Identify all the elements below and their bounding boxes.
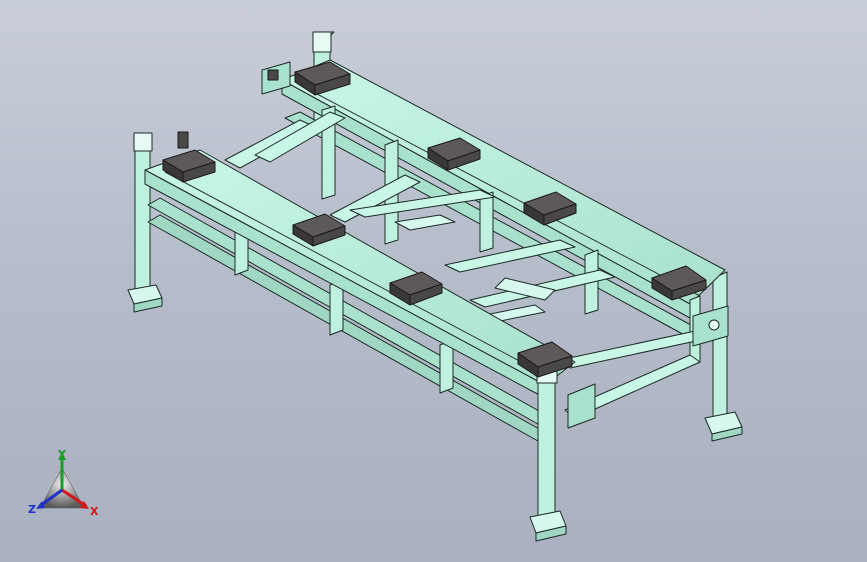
- leg-back-right: [704, 271, 743, 442]
- fixture-block: [162, 131, 216, 183]
- orientation-triad[interactable]: Y Z X: [22, 446, 112, 526]
- triad-y-label: Y: [58, 448, 66, 461]
- frame-assembly-model[interactable]: [0, 0, 867, 562]
- cad-viewport[interactable]: Y Z X: [0, 0, 867, 562]
- triad-x-label: X: [90, 505, 99, 518]
- fixture-block: [267, 69, 279, 81]
- triad-z-label: Z: [28, 503, 36, 516]
